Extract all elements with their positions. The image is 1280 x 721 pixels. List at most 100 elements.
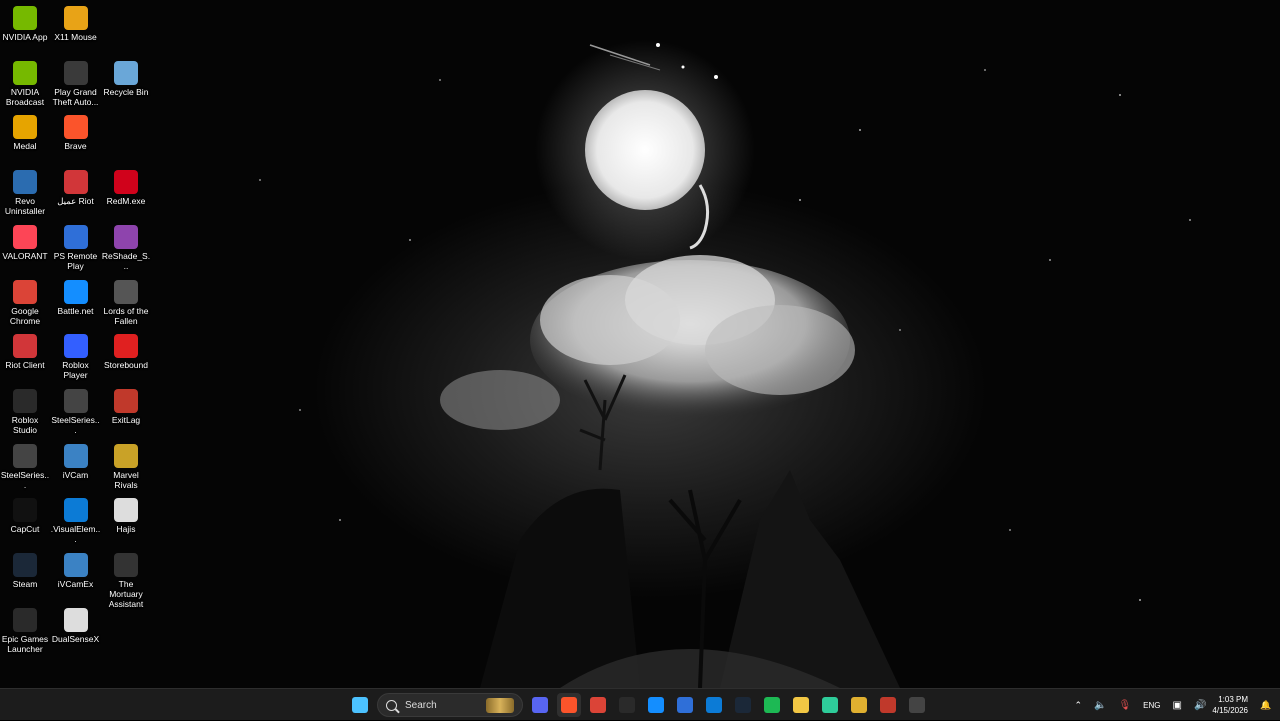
discord-alt-button[interactable] bbox=[847, 693, 871, 717]
desktop-icon-label: عميل Riot bbox=[57, 196, 94, 207]
desktop-icon-label: Storebound bbox=[104, 360, 148, 371]
desktop-icon[interactable]: iVCam bbox=[51, 438, 101, 480]
network-button[interactable]: ▣ bbox=[1167, 700, 1188, 711]
storebound-icon bbox=[114, 334, 138, 359]
notification-bell-button[interactable]: 🔔 bbox=[1258, 700, 1280, 711]
app-button[interactable] bbox=[818, 693, 842, 717]
capcut-icon bbox=[13, 498, 37, 523]
volume-button[interactable]: 🔊 bbox=[1188, 700, 1212, 711]
chrome-button[interactable] bbox=[586, 693, 610, 717]
roblox-studio-icon bbox=[13, 388, 37, 413]
app-icon bbox=[822, 697, 838, 713]
desktop-icon[interactable]: عميل Riot bbox=[51, 164, 101, 206]
volume-icon: 🔊 bbox=[1193, 699, 1207, 711]
desktop-wallpaper bbox=[0, 0, 1280, 688]
steam-icon bbox=[13, 553, 37, 577]
spotify-icon bbox=[764, 697, 780, 713]
desktop-icon[interactable]: iVCamEx bbox=[51, 547, 101, 589]
app-red-button[interactable] bbox=[876, 693, 900, 717]
desktop-icon-label: Hajis bbox=[116, 524, 136, 535]
desktop-icon[interactable]: Roblox Studio bbox=[0, 383, 50, 435]
desktop-icon[interactable]: The Mortuary Assistant bbox=[101, 547, 151, 609]
ps-remote-icon bbox=[63, 224, 88, 249]
lords-icon bbox=[114, 279, 138, 304]
system-tray: ⌃ 🔈 🎙 ENG ▣ 🔊 1:03 PM 4/15/2026 🔔 bbox=[1068, 689, 1280, 721]
desktop-icon[interactable]: Steam bbox=[0, 547, 50, 589]
desktop-icon[interactable]: Riot Client bbox=[0, 328, 50, 370]
desktop-icon[interactable]: SteelSeries... bbox=[0, 438, 50, 490]
clock[interactable]: 1:03 PM 4/15/2026 bbox=[1212, 694, 1258, 716]
desktop-icon-label: PS Remote Play bbox=[53, 250, 98, 271]
desktop-icon-grid: NVIDIA App X11 Mouse NVIDIA Broadcast Play … bbox=[0, 0, 160, 688]
desktop-icon[interactable]: Roblox Player bbox=[51, 328, 101, 380]
desktop-icon[interactable]: RedM.exe bbox=[101, 164, 151, 206]
search-placeholder: Search bbox=[405, 699, 437, 711]
desktop-icon[interactable]: ReShade_S... bbox=[101, 219, 151, 271]
desktop-icon[interactable]: Epic Games Launcher bbox=[0, 602, 50, 654]
language-indicator[interactable]: ENG bbox=[1137, 701, 1166, 710]
search-icon bbox=[386, 699, 397, 711]
search-highlight-icon bbox=[486, 698, 514, 713]
epic-icon bbox=[13, 607, 37, 632]
taskbar-search-box[interactable]: Search bbox=[377, 693, 523, 717]
desktop-icon[interactable]: VALORANT bbox=[0, 219, 50, 261]
desktop-icon-label: ReShade_S... bbox=[101, 250, 151, 271]
desktop-icon[interactable]: NVIDIA App bbox=[0, 0, 50, 42]
desktop-icon[interactable]: X11 Mouse bbox=[51, 0, 101, 42]
brave-button[interactable] bbox=[557, 693, 581, 717]
desktop-icon[interactable]: Recycle Bin bbox=[101, 55, 151, 97]
desktop-icon[interactable]: NVIDIA Broadcast bbox=[0, 55, 50, 107]
battlenet-icon bbox=[63, 279, 88, 304]
desktop-icon[interactable]: Medal bbox=[0, 109, 50, 151]
desktop-icon-label: Google Chrome bbox=[9, 305, 41, 326]
show-hidden-icons-button[interactable]: ⌃ bbox=[1068, 700, 1088, 711]
spotify-button[interactable] bbox=[760, 693, 784, 717]
desktop-icon-label: SteelSeries... bbox=[0, 469, 50, 490]
desktop-icon-label: RedM.exe bbox=[106, 196, 146, 207]
chrome-icon bbox=[590, 697, 606, 713]
edge-button[interactable] bbox=[702, 693, 726, 717]
desktop-icon[interactable]: Battle.net bbox=[51, 274, 101, 316]
desktop-icon[interactable]: Brave bbox=[51, 109, 101, 151]
file-explorer-button[interactable] bbox=[789, 693, 813, 717]
desktop-icon-label: Marvel Rivals bbox=[113, 469, 139, 490]
steam-button[interactable] bbox=[731, 693, 755, 717]
desktop-icon[interactable]: Revo Uninstaller bbox=[0, 164, 50, 216]
discord-button[interactable] bbox=[528, 693, 552, 717]
mortuary-icon bbox=[114, 553, 138, 577]
ps-remote-button[interactable] bbox=[673, 693, 697, 717]
microphone-icon: 🎙 bbox=[1118, 699, 1132, 711]
microphone-button[interactable]: 🎙 bbox=[1112, 700, 1137, 711]
desktop-icon[interactable]: Lords of the Fallen bbox=[101, 274, 151, 326]
speaker-device-button[interactable]: 🔈 bbox=[1088, 700, 1112, 711]
desktop-icon[interactable]: Storebound bbox=[101, 328, 151, 370]
nvidia-broadcast-icon bbox=[13, 60, 37, 85]
desktop-icon[interactable]: .VisualElem... bbox=[51, 492, 101, 544]
desktop-icon-label: NVIDIA App bbox=[2, 32, 48, 42]
desktop-icon[interactable]: CapCut bbox=[0, 492, 50, 534]
desktop-icon-label: VALORANT bbox=[2, 250, 48, 261]
battlenet-button[interactable] bbox=[644, 693, 668, 717]
discord-alt-icon bbox=[851, 697, 867, 713]
file-icon bbox=[114, 498, 138, 523]
desktop-icon[interactable]: Marvel Rivals bbox=[101, 438, 151, 490]
desktop-icon-label: The Mortuary Assistant bbox=[108, 579, 144, 609]
desktop-icon[interactable]: Hajis bbox=[101, 492, 151, 534]
mouse-icon bbox=[63, 6, 88, 30]
steelseries-button[interactable] bbox=[905, 693, 929, 717]
desktop-icon[interactable]: Play Grand Theft Auto... bbox=[51, 55, 101, 107]
discord-icon bbox=[532, 697, 548, 713]
desktop-icon[interactable]: Google Chrome bbox=[0, 274, 50, 326]
desktop-icon[interactable]: ExitLag bbox=[101, 383, 151, 425]
start-button[interactable] bbox=[348, 693, 372, 717]
desktop-icon[interactable]: DualSenseX bbox=[51, 602, 101, 644]
network-icon: ▣ bbox=[1172, 699, 1182, 711]
desktop-icon[interactable]: PS Remote Play bbox=[51, 219, 101, 271]
desktop-icon[interactable]: SteelSeries... bbox=[51, 383, 101, 435]
desktop-icon-label: Steam bbox=[12, 579, 38, 589]
desktop-icon-label: DualSenseX bbox=[51, 633, 100, 644]
epic-button[interactable] bbox=[615, 693, 639, 717]
app-red-icon bbox=[880, 697, 896, 713]
medal-icon bbox=[13, 115, 37, 140]
desktop-icon-label: Recycle Bin bbox=[103, 86, 149, 97]
